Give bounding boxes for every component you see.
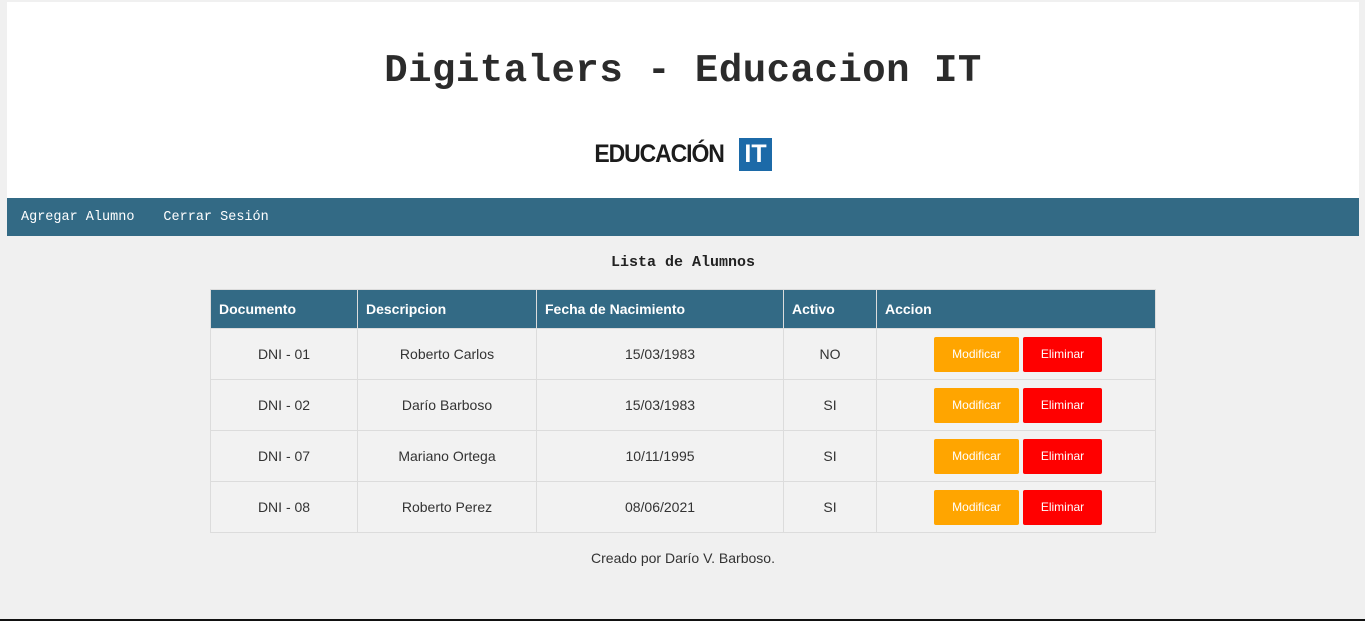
cell-descripcion: Roberto Perez bbox=[357, 481, 537, 533]
site-header: Digitalers - Educacion IT EDUCACIÓN IT bbox=[7, 2, 1359, 198]
table-row: DNI - 01 Roberto Carlos 15/03/1983 NO Mo… bbox=[210, 328, 1156, 380]
cell-activo: SI bbox=[783, 430, 877, 482]
cell-fecha: 10/11/1995 bbox=[536, 430, 784, 482]
modify-button[interactable]: Modificar bbox=[934, 489, 1019, 525]
site-title: Digitalers - Educacion IT bbox=[384, 49, 982, 93]
cell-documento: DNI - 01 bbox=[210, 328, 358, 380]
cell-documento: DNI - 07 bbox=[210, 430, 358, 482]
delete-button[interactable]: Eliminar bbox=[1023, 336, 1102, 372]
table-row: DNI - 08 Roberto Perez 08/06/2021 SI Mod… bbox=[210, 481, 1156, 533]
cell-accion: Modificar Eliminar bbox=[876, 379, 1156, 431]
cell-activo: SI bbox=[783, 481, 877, 533]
delete-button[interactable]: Eliminar bbox=[1023, 438, 1102, 474]
list-title: Lista de Alumnos bbox=[610, 254, 756, 271]
cell-documento: DNI - 08 bbox=[210, 481, 358, 533]
column-header-descripcion: Descripcion bbox=[357, 289, 537, 329]
column-header-accion: Accion bbox=[876, 289, 1156, 329]
modify-button[interactable]: Modificar bbox=[934, 336, 1019, 372]
educacion-it-logo: EDUCACIÓN IT bbox=[591, 138, 772, 171]
cell-fecha: 08/06/2021 bbox=[536, 481, 784, 533]
students-table: Documento Descripcion Fecha de Nacimient… bbox=[210, 289, 1156, 533]
column-header-activo: Activo bbox=[783, 289, 877, 329]
cell-descripcion: Mariano Ortega bbox=[357, 430, 537, 482]
nav-link-agregar-alumno[interactable]: Agregar Alumno bbox=[21, 210, 134, 225]
cell-fecha: 15/03/1983 bbox=[536, 328, 784, 380]
cell-activo: NO bbox=[783, 328, 877, 380]
page: Digitalers - Educacion IT EDUCACIÓN IT A… bbox=[7, 2, 1359, 619]
cell-accion: Modificar Eliminar bbox=[876, 328, 1156, 380]
cell-descripcion: Roberto Carlos bbox=[357, 328, 537, 380]
cell-descripcion: Darío Barboso bbox=[357, 379, 537, 431]
cell-fecha: 15/03/1983 bbox=[536, 379, 784, 431]
page-footer: Creado por Darío V. Barboso. bbox=[591, 550, 775, 566]
nav-bar: Agregar Alumno Cerrar Sesión bbox=[7, 198, 1359, 236]
modify-button[interactable]: Modificar bbox=[934, 387, 1019, 423]
column-header-documento: Documento bbox=[210, 289, 358, 329]
table-row: DNI - 02 Darío Barboso 15/03/1983 SI Mod… bbox=[210, 379, 1156, 431]
table-row: DNI - 07 Mariano Ortega 10/11/1995 SI Mo… bbox=[210, 430, 1156, 482]
nav-link-cerrar-sesion[interactable]: Cerrar Sesión bbox=[163, 210, 268, 225]
cell-accion: Modificar Eliminar bbox=[876, 481, 1156, 533]
cell-documento: DNI - 02 bbox=[210, 379, 358, 431]
table-header-row: Documento Descripcion Fecha de Nacimient… bbox=[210, 289, 1156, 329]
logo-box: IT bbox=[739, 138, 772, 171]
column-header-fecha: Fecha de Nacimiento bbox=[536, 289, 784, 329]
delete-button[interactable]: Eliminar bbox=[1023, 489, 1102, 525]
cell-activo: SI bbox=[783, 379, 877, 431]
logo-text: EDUCACIÓN bbox=[594, 140, 724, 168]
cell-accion: Modificar Eliminar bbox=[876, 430, 1156, 482]
modify-button[interactable]: Modificar bbox=[934, 438, 1019, 474]
delete-button[interactable]: Eliminar bbox=[1023, 387, 1102, 423]
